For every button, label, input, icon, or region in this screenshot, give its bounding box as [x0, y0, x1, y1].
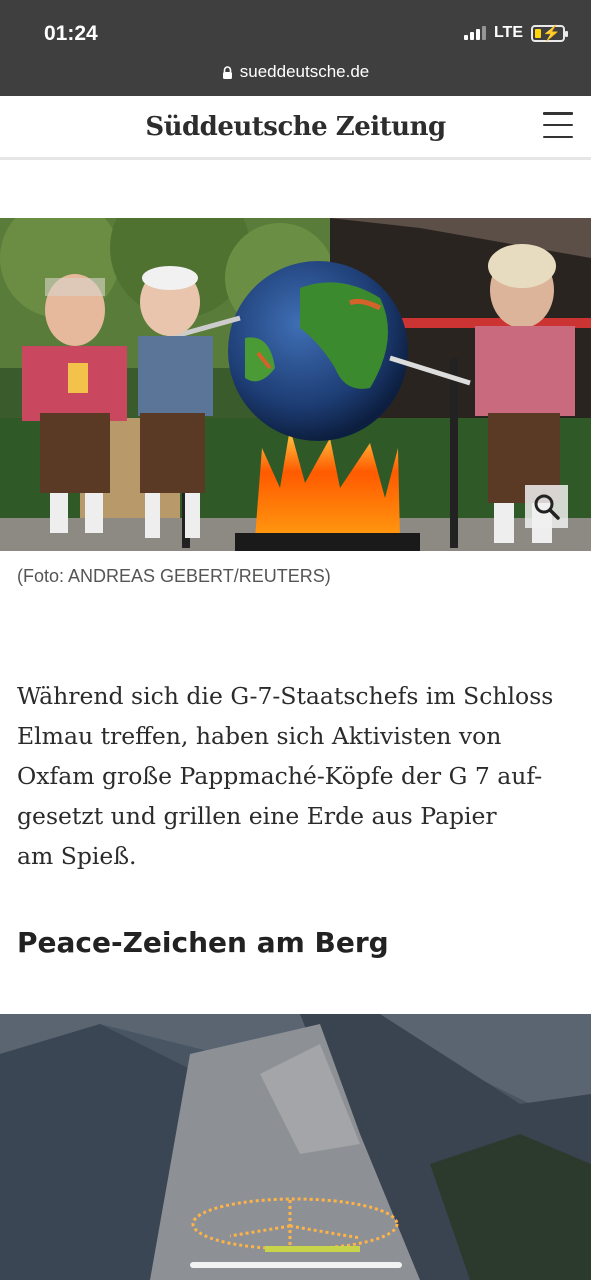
- paragraph-line: am Spieß.: [17, 842, 137, 870]
- url-bar[interactable]: sueddeutsche.de: [0, 62, 591, 82]
- search-zoom-icon[interactable]: [525, 485, 568, 528]
- paragraph-line: gesetzt und grillen eine Erde aus Papier: [17, 802, 497, 830]
- status-icons: LTE ⚡: [463, 24, 568, 42]
- url-text: sueddeutsche.de: [239, 62, 370, 81]
- battery-charging-icon: ⚡: [531, 24, 568, 42]
- photo-caption: (Foto: ANDREAS GEBERT/REUTERS): [17, 566, 331, 586]
- signal-icon: [463, 26, 486, 40]
- site-logo[interactable]: Süddeutsche Zeitung: [0, 112, 591, 142]
- article-photo-peace-sign-mountain[interactable]: [0, 1014, 591, 1280]
- lock-icon: [222, 66, 232, 79]
- status-time: 01:24: [44, 22, 98, 45]
- paragraph-line: Während sich die G-7-Staatschefs im Schl…: [17, 682, 554, 710]
- home-indicator[interactable]: [190, 1262, 402, 1268]
- paragraph-line: Oxfam große Pappmaché-Köpfe der G 7 auf-: [17, 762, 543, 790]
- section-heading: Peace-Zeichen am Berg: [17, 926, 389, 959]
- hamburger-menu-icon[interactable]: [543, 112, 573, 138]
- paragraph-line: Elmau treffen, haben sich Aktivisten von: [17, 722, 502, 750]
- site-header: Süddeutsche Zeitung: [0, 96, 591, 160]
- network-label: LTE: [493, 24, 523, 41]
- article-photo-g7-activists[interactable]: [0, 218, 591, 551]
- browser-chrome: 01:24 LTE ⚡ sueddeutsche.de: [0, 0, 591, 96]
- article-paragraph: Während sich die G-7-Staatschefs im Schl…: [17, 676, 577, 876]
